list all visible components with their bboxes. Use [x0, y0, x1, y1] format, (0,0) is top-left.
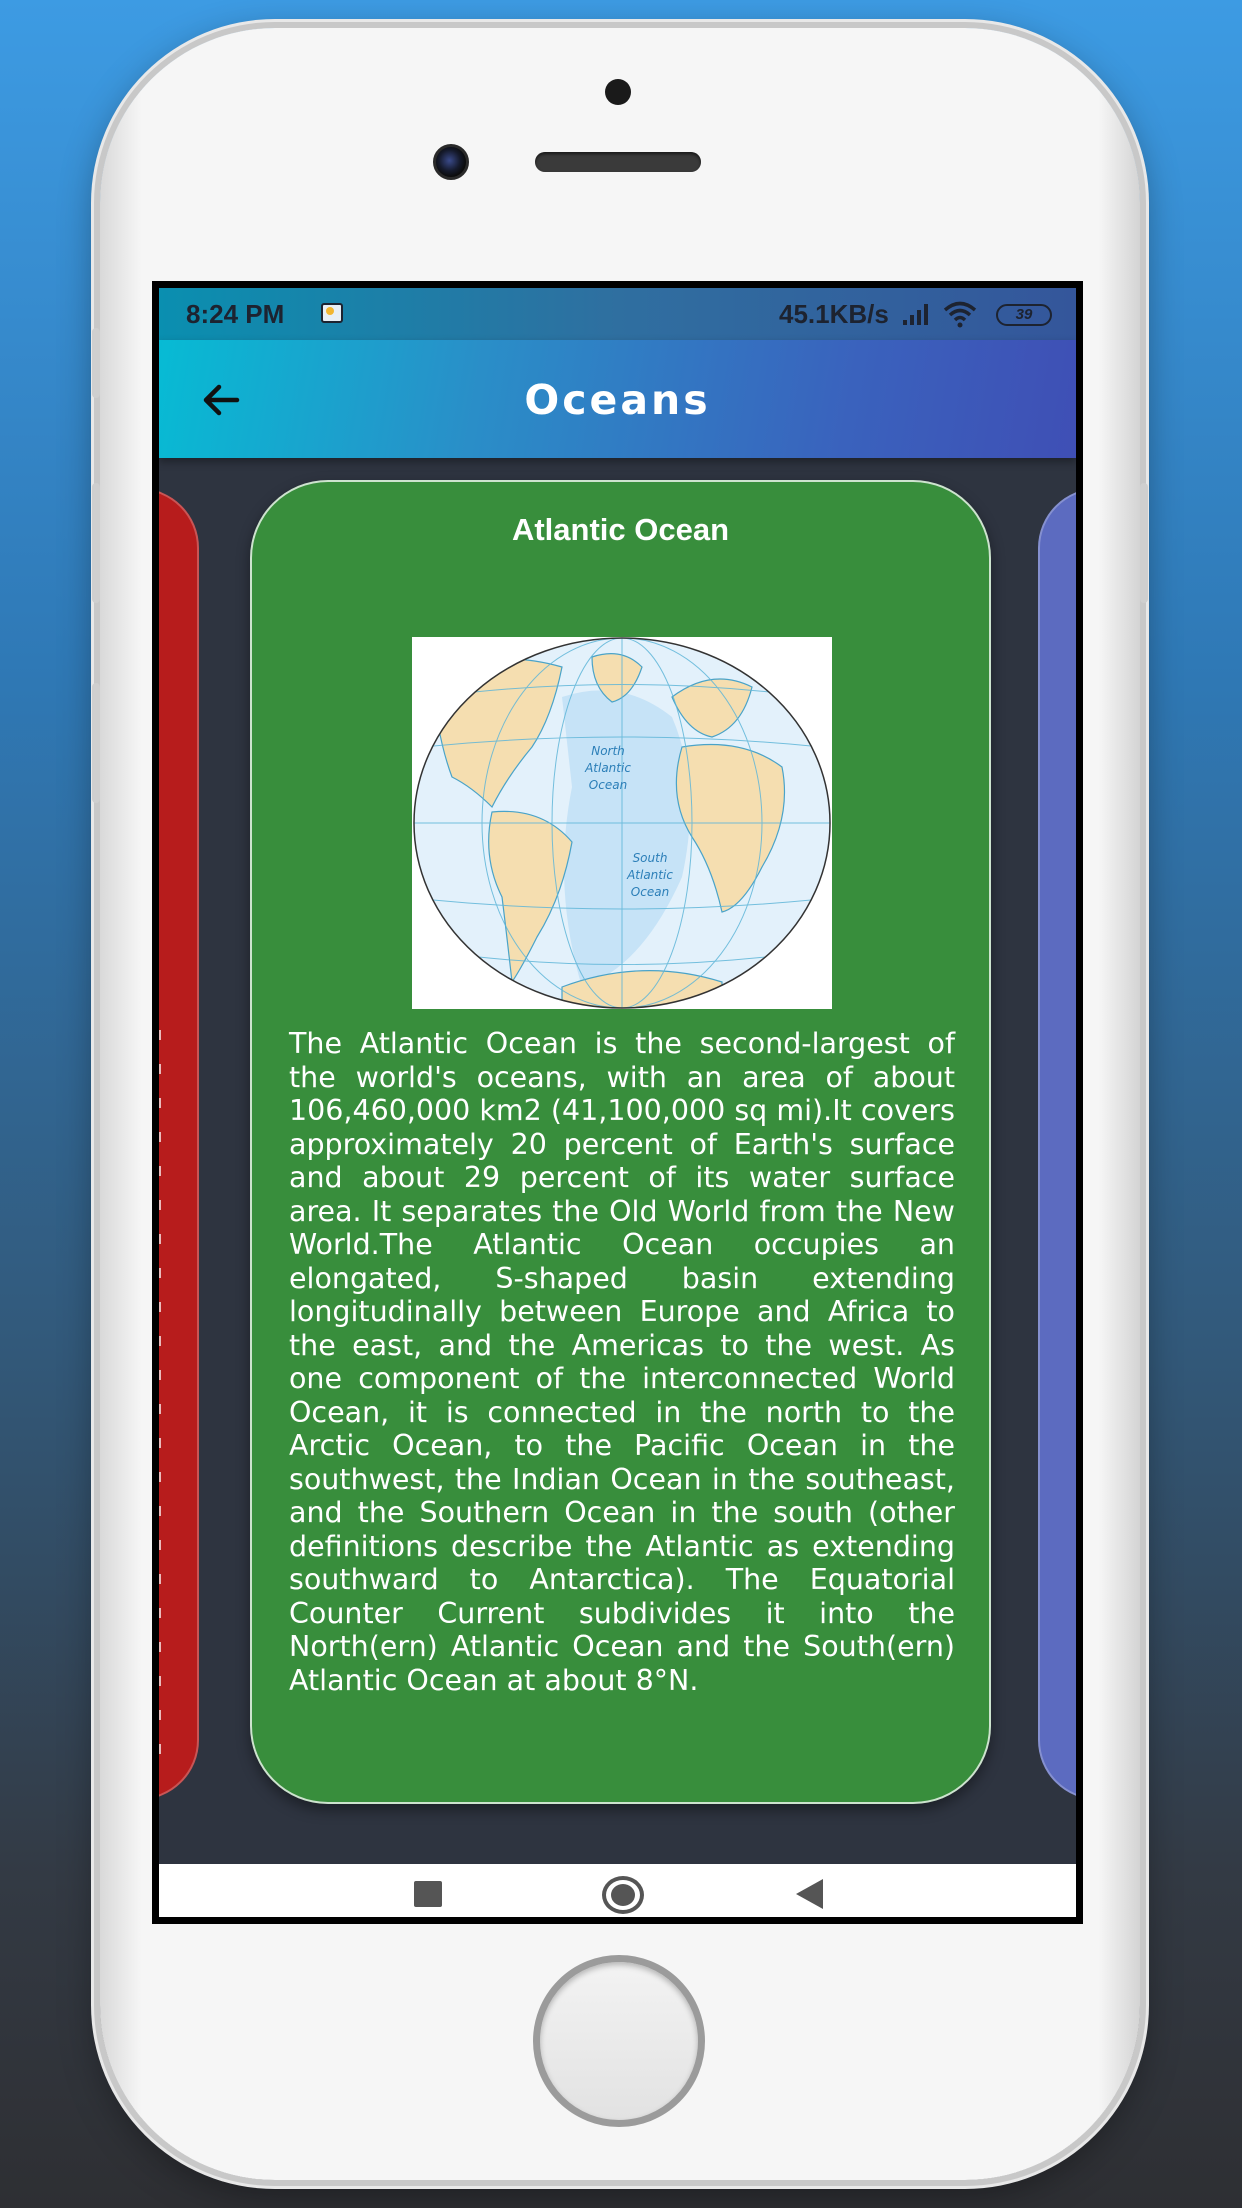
page-title: Oceans	[524, 376, 711, 424]
map-label-north-2: Atlantic	[584, 761, 631, 775]
phone-screen: 8:24 PM 45.1KB/s 39 Oceans Atlantic Ocea…	[152, 281, 1083, 1924]
hardware-home-button[interactable]	[533, 1955, 705, 2127]
system-navigation-bar	[159, 1864, 1076, 1917]
map-label-south-3: Ocean	[631, 885, 669, 899]
map-label-south-1: South	[633, 851, 668, 865]
home-icon[interactable]	[602, 1876, 644, 1914]
status-time: 8:24 PM	[186, 299, 285, 329]
map-label-south-2: Atlantic	[626, 868, 673, 882]
map-label-north-3: Ocean	[589, 778, 627, 792]
wifi-icon	[943, 301, 977, 328]
proximity-sensor	[605, 79, 631, 105]
signal-icon	[903, 304, 928, 325]
volume-down-button	[92, 683, 100, 803]
ocean-card[interactable]: Atlantic Ocean North Atlantic Ocean Sout…	[250, 480, 991, 1804]
recents-icon[interactable]	[414, 1881, 442, 1907]
next-ocean-card[interactable]	[1038, 488, 1076, 1800]
earpiece-speaker	[535, 152, 701, 172]
previous-card-text-edge	[159, 1030, 161, 1758]
network-speed: 45.1KB/s	[779, 299, 889, 329]
weather-icon	[321, 303, 343, 323]
app-bar: Oceans	[159, 340, 1076, 458]
ocean-description: The Atlantic Ocean is the second-largest…	[289, 1027, 955, 1697]
volume-up-button	[92, 483, 100, 603]
atlantic-ocean-map-image: North Atlantic Ocean South Atlantic Ocea…	[412, 637, 832, 1009]
power-button	[1140, 483, 1148, 603]
ocean-card-carousel[interactable]: Atlantic Ocean North Atlantic Ocean Sout…	[159, 458, 1076, 1864]
ocean-card-title: Atlantic Ocean	[511, 512, 730, 547]
front-camera	[433, 144, 469, 180]
status-bar: 8:24 PM 45.1KB/s 39	[159, 288, 1076, 340]
battery-icon: 39	[996, 304, 1052, 326]
previous-ocean-card[interactable]	[159, 488, 199, 1800]
back-icon[interactable]	[796, 1879, 823, 1909]
map-label-north-1: North	[591, 744, 625, 758]
silent-switch	[92, 328, 100, 398]
